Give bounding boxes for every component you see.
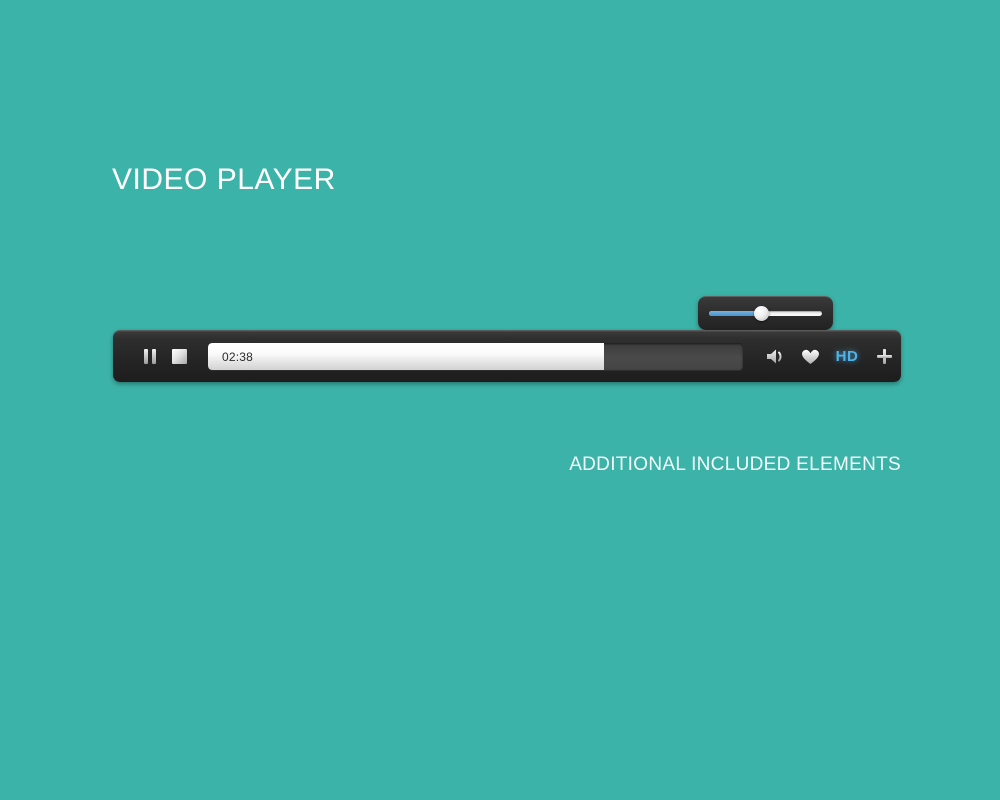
- volume-slider-handle[interactable]: [753, 305, 769, 321]
- video-player-bar: 02:38 HD: [113, 330, 901, 382]
- stop-icon: [171, 349, 187, 364]
- plus-icon: [876, 349, 892, 364]
- progress-bar[interactable]: 02:38: [207, 343, 743, 370]
- add-button[interactable]: [867, 340, 901, 374]
- hd-label: HD: [835, 348, 859, 365]
- current-time-label: 02:38: [221, 349, 253, 364]
- volume-popup[interactable]: [698, 296, 833, 339]
- page-title: VIDEO PLAYER: [112, 163, 336, 196]
- speaker-icon: [767, 349, 782, 364]
- volume-button[interactable]: [759, 340, 793, 374]
- pause-button[interactable]: [136, 343, 163, 371]
- progress-bar-fill: 02:38: [207, 343, 604, 370]
- stop-button[interactable]: [165, 343, 192, 371]
- player-right-controls: HD: [759, 340, 901, 374]
- pause-icon: [143, 349, 156, 364]
- heart-icon: [801, 349, 819, 364]
- section-title: ADDITIONAL INCLUDED ELEMENTS: [569, 454, 901, 475]
- additional-elements-row: Share Video Add to Playlist: [0, 486, 1000, 546]
- app-stage: VIDEO PLAYER 02:38 HD ADDITIONAL INCLUDE…: [0, 0, 1000, 800]
- volume-slider-track[interactable]: [709, 305, 822, 321]
- favorite-button[interactable]: [793, 340, 827, 374]
- hd-quality-button[interactable]: HD: [827, 340, 867, 374]
